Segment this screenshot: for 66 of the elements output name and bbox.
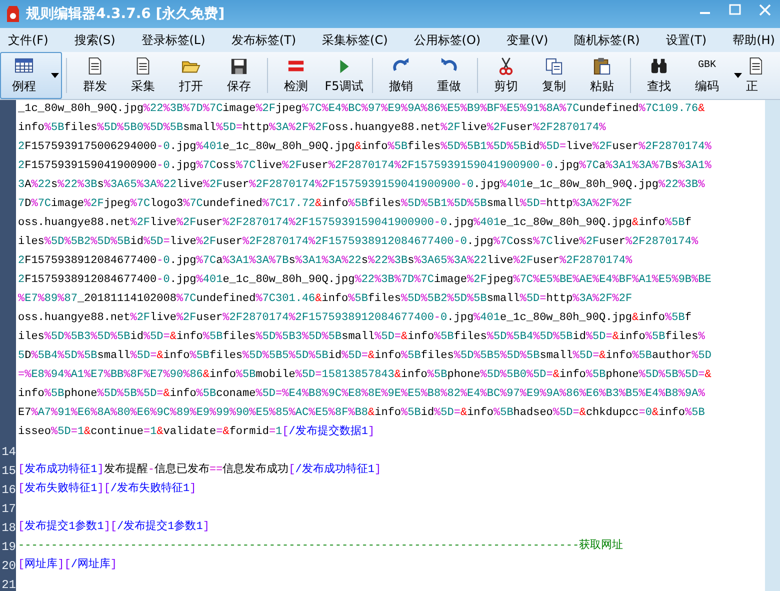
line-number: 20	[2, 558, 16, 572]
gbk-text-icon: GBK	[698, 56, 716, 74]
code-line: iles%5D%5B3%5D%5Bid%5D=&info%5Bfiles%5D%5B3%5D%5Bsmall%5D=&info%5Bfiles%5D%5B4%5D%5Bid%5D=&info%5Bfiles%	[17, 330, 705, 345]
code-line: [发布成功特征1]发布提醒-信息已发布==信息发布成功[/发布成功特征1]	[17, 462, 382, 478]
toolbar-button[interactable]: 例程	[0, 52, 62, 99]
menu-item[interactable]: 公用标签(O)	[414, 32, 481, 48]
code-line: oss.huangye88.net%2Flive%2Fuser%2F2870174%2F1575938912084677400-0.jpg%401e_1c_80w_80h_90Q.jpg&info%5Bf	[17, 311, 692, 326]
comment-line: -------------------------------------------------------------------------------------获取网址	[17, 538, 624, 554]
code-line: 2F1575939159041900900-0.jpg%7Coss%7Clive%2Fuser%2F2870174%2F1575939159041900900-0.jpg%7Ca%3A1%3A%7Bs%3A1%	[17, 159, 712, 174]
line-number: 21	[2, 578, 16, 591]
toolbar-button[interactable]: 打开	[167, 52, 215, 99]
menu-item[interactable]: 搜索(S)	[74, 32, 116, 48]
line-number: 16	[2, 482, 16, 496]
code-line: isseo%5D=1&continue=1&validate=&formid=1[/发布提交数据1]	[17, 424, 375, 440]
menu-item[interactable]: 帮助(H)	[732, 32, 775, 48]
line-number: 14	[2, 444, 16, 458]
menu-item[interactable]: 文件(F)	[8, 32, 48, 48]
code-line: iles%5D%5B2%5D%5Bid%5D=live%2Fuser%2F2870174%2F1575938912084677400-0.jpg%7Coss%7Clive%2Fuser%2F2870174%	[17, 235, 698, 250]
code-line: [网址库][/网址库]	[17, 556, 118, 573]
scrollbar[interactable]	[765, 100, 780, 591]
toolbar-button[interactable]: 复制	[530, 52, 578, 99]
code-line: %E7%89%87_20181114102008%7Cundefined%7C301.46&info%5Bfiles%5D%5B2%5D%5Bsmall%5D=http%3A%2F%2F	[17, 292, 632, 307]
copy-icon	[544, 56, 564, 74]
code-line: 2F1575938912084677400-0.jpg%401e_1c_80w_80h_90Q.jpg%22%3B%7D%7Cimage%2Fjpeg%7C%E5%BE%AE%E4%BF%A1%E5%9B%BE	[17, 273, 712, 288]
code-line: 2F1575939175006294000-0.jpg%401e_1c_80w_80h_90Q.jpg&info%5Bfiles%5D%5B1%5D%5Bid%5D=live%2Fuser%2F2870174%	[17, 140, 712, 155]
toolbar-button[interactable]: 重做	[425, 52, 473, 99]
code-line: info%5Bfiles%5D%5B0%5D%5Bsmall%5D=http%3A%2F%2Foss.huangye88.net%2Flive%2Fuser%2F2870174%	[17, 121, 606, 136]
table-icon	[14, 56, 34, 74]
code-line: =%E8%94%A1%E7%BB%8F%E7%90%86&info%5Bmobile%5D=15813857843&info%5Bphone%5D%5B0%5D=&info%5Bphone%5D%5B%5D=&	[17, 368, 712, 383]
toolbar-button[interactable]: 粘贴	[578, 52, 626, 99]
toolbar-button[interactable]: 正	[745, 52, 763, 99]
caret-icon	[51, 73, 59, 78]
code-line: [发布提交1参数1][/发布提交1参数1]	[17, 518, 210, 535]
toolbar-button[interactable]: 查找	[635, 52, 683, 99]
toolbar-button[interactable]: GBK 编码	[683, 52, 745, 99]
code-line: oss.huangye88.net%2Flive%2Fuser%2F2870174%2F1575939159041900900-0.jpg%401e_1c_80w_80h_90Q.jpg&info%5Bf	[17, 216, 692, 231]
toolbar-button[interactable]: 剪切	[482, 52, 530, 99]
app-icon	[6, 5, 20, 23]
code-line: 5D%5B4%5D%5Bsmall%5D=&info%5Bfiles%5D%5B5%5D%5Bid%5D=&info%5Bfiles%5D%5B5%5D%5Bsmall%5D=&info%5Bauthor%5D	[17, 349, 712, 364]
toolbar-button[interactable]: 检测	[272, 52, 320, 99]
toolbar-button[interactable]: 保存	[215, 52, 263, 99]
code-line: _1c_80w_80h_90Q.jpg%22%3B%7D%7Cimage%2Fjpeg%7C%E4%BC%97%E9%9A%86%E5%B9%BF%E5%91%8A%7Cundefined%7C109.76&	[17, 102, 705, 117]
code-line: 3A%22s%22%3Bs%3A65%3A%22live%2Fuser%2F2870174%2F1575939159041900900-0.jpg%401e_1c_80w_80h_90Q.jpg%22%3B%	[17, 178, 705, 193]
code-line: 7D%7Cimage%2Fjpeg%7Clogo3%7Cundefined%7C17.72&info%5Bfiles%5D%5B1%5D%5Bsmall%5D=http%3A%2F%2F	[17, 197, 632, 212]
toolbar-button[interactable]: 群发	[71, 52, 119, 99]
binoculars-icon	[649, 56, 669, 74]
toolbar-button[interactable]: 采集	[119, 52, 167, 99]
code-line: info%5Bphone%5D%5B%5D=&info%5Bconame%5D=%E4%B8%9C%E8%8E%9E%E5%B8%82%E4%BC%97%E9%9A%86%E6%B3%B5%E4%B8%9A%	[17, 387, 705, 402]
line-number: 19	[2, 540, 16, 554]
menu-item[interactable]: 登录标签(L)	[141, 32, 206, 48]
clipboard-icon	[592, 56, 612, 74]
menu-item[interactable]: 随机标签(R)	[574, 32, 640, 48]
caret-icon	[734, 73, 742, 78]
menu-item[interactable]: 采集标签(C)	[322, 32, 388, 48]
menu-item[interactable]: 设置(T)	[666, 32, 707, 48]
menu-item[interactable]: 发布标签(T)	[231, 32, 296, 48]
line-number: 15	[2, 464, 16, 478]
code-line: E7%A7%91%E6%8A%80%E6%9C%89%E9%99%90%E5%85%AC%E5%8F%B8&info%5Bid%5D=&info%5Bhadseo%5D=&chkdupcc=0&info%5B	[17, 406, 705, 421]
line-number: 17	[2, 502, 16, 516]
window-title: 规则编辑器4.3.7.6 [永久免费]	[26, 5, 226, 23]
menu-item[interactable]: 变量(V)	[506, 32, 548, 48]
code-line: [发布失败特征1][/发布失败特征1]	[17, 481, 196, 497]
line-number: 18	[2, 520, 16, 534]
toolbar-button[interactable]: 撤销	[377, 52, 425, 99]
code-line: 2F1575938912084677400-0.jpg%7Ca%3A1%3A%7Bs%3A1%3A%22s%22%3Bs%3A65%3A%22live%2Fuser%2F2870174%	[17, 254, 632, 269]
toolbar-button[interactable]: F5调试	[320, 52, 368, 99]
